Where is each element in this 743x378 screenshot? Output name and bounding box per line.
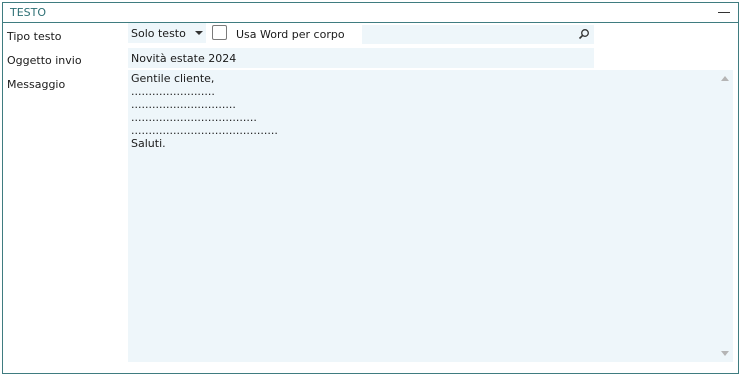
messaggio-line: Gentile cliente, xyxy=(131,72,215,85)
scroll-up-icon[interactable] xyxy=(721,76,729,81)
messaggio-line: .............................. xyxy=(131,98,236,111)
messaggio-line: .................................... xyxy=(131,111,257,124)
tipo-testo-select[interactable]: Solo testo xyxy=(128,23,206,43)
panel-title: TESTO xyxy=(10,6,47,19)
chevron-down-icon xyxy=(195,31,203,35)
panel-header: TESTO xyxy=(3,3,738,23)
messaggio-line: Saluti. xyxy=(131,137,166,150)
messaggio-textarea[interactable]: Gentile cliente, .......................… xyxy=(128,70,733,362)
oggetto-invio-label: Oggetto invio xyxy=(7,54,82,67)
usa-word-checkbox[interactable] xyxy=(212,25,227,40)
usa-word-label: Usa Word per corpo xyxy=(236,28,345,41)
tipo-testo-label: Tipo testo xyxy=(7,30,62,43)
search-input[interactable] xyxy=(362,25,594,44)
messaggio-line: ........................ xyxy=(131,85,215,98)
oggetto-invio-field[interactable]: Novità estate 2024 xyxy=(128,48,594,68)
minus-icon[interactable] xyxy=(716,5,732,19)
scroll-down-icon[interactable] xyxy=(721,351,729,356)
oggetto-invio-value: Novità estate 2024 xyxy=(131,52,237,65)
messaggio-line: ........................................… xyxy=(131,124,278,137)
messaggio-content: Gentile cliente, .......................… xyxy=(131,72,713,150)
messaggio-label: Messaggio xyxy=(7,78,66,91)
tipo-testo-value: Solo testo xyxy=(131,27,186,40)
search-icon[interactable] xyxy=(578,28,590,40)
vertical-scrollbar[interactable] xyxy=(717,70,733,362)
